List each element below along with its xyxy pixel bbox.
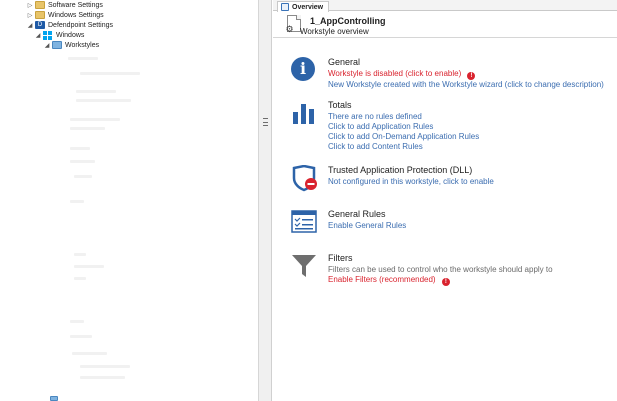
section-title: General Rules (328, 209, 386, 219)
section-title: Filters (328, 253, 353, 263)
folder-icon (52, 41, 62, 49)
tree-item-label: Windows Settings (48, 11, 104, 19)
shield-blocked-icon (291, 164, 317, 192)
info-icon: i (291, 57, 317, 83)
tab-strip: Overview (273, 0, 617, 12)
tree-item-label: Workstyles (65, 41, 100, 49)
pane-splitter[interactable] (259, 0, 272, 401)
error-icon: ! (467, 72, 476, 80)
workstyle-header: ⚙ 1_AppControlling Workstyle overview (273, 12, 617, 38)
tree-item-label: Windows (56, 31, 85, 39)
collapse-arrow-icon[interactable]: ◢ (34, 32, 42, 39)
tree-item-label: Software Settings (48, 1, 103, 9)
section-title: Trusted Application Protection (DLL) (328, 165, 473, 175)
folder-icon (50, 396, 58, 401)
faded-placeholder (70, 160, 95, 163)
change-description-link[interactable]: New Workstyle created with the Workstyle… (328, 80, 604, 89)
folder-icon (35, 1, 45, 9)
filter-funnel-icon (291, 253, 317, 279)
faded-placeholder (74, 277, 86, 280)
tree-item-label: Defendpoint Settings (48, 21, 113, 29)
faded-placeholder (72, 352, 107, 355)
checklist-window-icon (291, 209, 317, 235)
tree-item-workstyles[interactable]: ◢ Workstyles (43, 40, 99, 50)
faded-placeholder (76, 90, 116, 93)
workstyle-name: 1_AppControlling (310, 16, 386, 26)
gear-icon: ⚙ (285, 24, 294, 34)
tree-item-windows-settings[interactable]: ▷ Windows Settings (26, 10, 104, 20)
splitter-grip-icon[interactable] (263, 118, 268, 126)
expand-arrow-icon[interactable]: ▷ (26, 2, 34, 9)
defendpoint-shield-icon: D (35, 21, 45, 29)
faded-placeholder (70, 127, 105, 130)
collapse-arrow-icon[interactable]: ◢ (26, 22, 34, 29)
windows-logo-icon (43, 31, 53, 40)
tree-item-partial[interactable] (50, 396, 110, 401)
tree-item-defendpoint-settings[interactable]: ◢ D Defendpoint Settings (26, 20, 113, 30)
enable-tap-link[interactable]: Not configured in this workstyle, click … (328, 177, 494, 186)
add-application-rules-link[interactable]: Click to add Application Rules (328, 122, 433, 131)
tree-item-windows[interactable]: ◢ Windows (34, 30, 84, 40)
faded-placeholder (74, 265, 104, 268)
no-rules-link[interactable]: There are no rules defined (328, 112, 422, 121)
tree-item-software-settings[interactable]: ▷ Software Settings (26, 0, 103, 10)
filters-description: Filters can be used to control who the w… (328, 265, 553, 274)
collapse-arrow-icon[interactable]: ◢ (43, 42, 51, 49)
add-on-demand-rules-link[interactable]: Click to add On-Demand Application Rules (328, 132, 479, 141)
expand-arrow-icon[interactable]: ▷ (26, 12, 34, 19)
faded-placeholder (74, 253, 86, 256)
tab-label: Overview (292, 3, 324, 11)
faded-placeholder (70, 335, 92, 338)
faded-placeholder (68, 57, 98, 60)
faded-placeholder (70, 118, 120, 121)
tab-overview[interactable]: Overview (277, 1, 330, 12)
add-content-rules-link[interactable]: Click to add Content Rules (328, 142, 423, 151)
faded-placeholder (80, 365, 130, 368)
faded-placeholder (70, 147, 90, 150)
folder-icon (35, 11, 45, 19)
enable-general-rules-link[interactable]: Enable General Rules (328, 221, 406, 230)
enable-filters-link[interactable]: Enable Filters (recommended) (328, 275, 436, 284)
faded-placeholder (70, 200, 84, 203)
faded-placeholder (74, 175, 92, 178)
tree-pane: ▷ Software Settings ▷ Windows Settings ◢… (0, 0, 259, 401)
error-icon: ! (441, 278, 450, 286)
section-title: Totals (328, 100, 352, 110)
faded-placeholder (80, 72, 140, 75)
overview-pane: Overview ⚙ 1_AppControlling Workstyle ov… (273, 0, 617, 401)
faded-placeholder (70, 320, 84, 323)
bar-chart-icon (291, 100, 317, 126)
overview-icon (281, 3, 289, 11)
enable-workstyle-link[interactable]: Workstyle is disabled (click to enable) (328, 69, 461, 78)
workstyle-subtitle: Workstyle overview (300, 27, 369, 36)
faded-placeholder (80, 376, 125, 379)
faded-placeholder (76, 99, 131, 102)
section-title: General (328, 57, 361, 67)
